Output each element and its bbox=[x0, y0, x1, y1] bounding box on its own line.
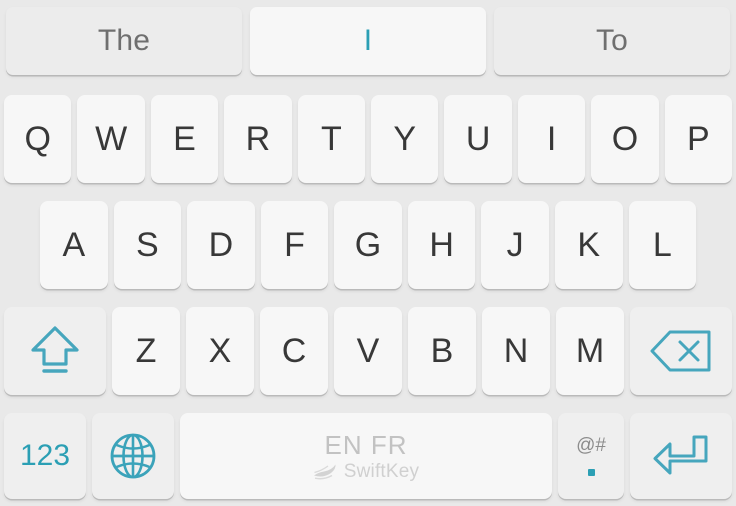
prediction-candidate-center[interactable]: I bbox=[250, 7, 486, 75]
key-label: W bbox=[95, 119, 128, 158]
key-t[interactable]: T bbox=[297, 95, 366, 183]
key-l[interactable]: L bbox=[628, 201, 697, 289]
key-label: V bbox=[356, 331, 380, 370]
key-label: N bbox=[503, 331, 529, 370]
key-h[interactable]: H bbox=[407, 201, 476, 289]
prediction-bar: The I To bbox=[0, 0, 736, 84]
keyboard-row-3: Z X C V B N M bbox=[0, 302, 736, 400]
language-globe-key[interactable] bbox=[92, 413, 174, 499]
key-r[interactable]: R bbox=[224, 95, 292, 183]
prediction-candidate-label: The bbox=[97, 24, 151, 57]
key-label: A bbox=[62, 225, 86, 264]
shift-key[interactable] bbox=[4, 307, 106, 395]
prediction-candidate-left[interactable]: The bbox=[6, 7, 242, 75]
key-i[interactable]: I bbox=[517, 95, 586, 183]
period-key-secondary-label: @# bbox=[576, 435, 606, 456]
prediction-candidate-label: To bbox=[595, 24, 629, 57]
key-label: C bbox=[281, 331, 307, 370]
keyboard-row-1: Q W E R T Y U I O P bbox=[0, 90, 736, 188]
key-label: L bbox=[652, 225, 672, 264]
key-k[interactable]: K bbox=[554, 201, 623, 289]
key-label: J bbox=[506, 225, 524, 264]
backspace-key[interactable] bbox=[630, 307, 732, 395]
prediction-candidate-label: I bbox=[363, 24, 373, 57]
key-b[interactable]: B bbox=[408, 307, 476, 395]
key-label: P bbox=[687, 119, 710, 158]
numeric-mode-key[interactable]: 123 bbox=[4, 413, 86, 499]
key-w[interactable]: W bbox=[77, 95, 145, 183]
key-label: G bbox=[354, 225, 382, 264]
keyboard-row-2: A S D F G H J K L bbox=[0, 196, 736, 294]
key-u[interactable]: U bbox=[444, 95, 512, 183]
key-o[interactable]: O bbox=[591, 95, 659, 183]
key-label: I bbox=[546, 119, 557, 158]
swiftkey-keyboard: The I To Q W E R T Y U I O P A S D F G H… bbox=[0, 0, 736, 506]
key-s[interactable]: S bbox=[113, 201, 182, 289]
key-z[interactable]: Z bbox=[112, 307, 180, 395]
keyboard-row-4: 123 EN FR SwiftKey @# bbox=[0, 408, 736, 504]
key-x[interactable]: X bbox=[186, 307, 254, 395]
key-f[interactable]: F bbox=[260, 201, 329, 289]
key-p[interactable]: P bbox=[664, 95, 733, 183]
key-label: X bbox=[208, 331, 232, 370]
key-a[interactable]: A bbox=[40, 201, 108, 289]
key-j[interactable]: J bbox=[481, 201, 549, 289]
key-label: T bbox=[320, 119, 342, 158]
key-label: 123 bbox=[19, 439, 71, 472]
globe-icon bbox=[107, 430, 159, 482]
key-n[interactable]: N bbox=[482, 307, 550, 395]
key-m[interactable]: M bbox=[556, 307, 624, 395]
shift-arrow-icon bbox=[27, 322, 83, 380]
enter-key[interactable] bbox=[630, 413, 732, 499]
prediction-candidate-right[interactable]: To bbox=[494, 7, 730, 75]
period-key[interactable]: @# bbox=[558, 413, 624, 499]
key-label: Y bbox=[393, 119, 417, 158]
key-label: H bbox=[429, 225, 454, 264]
key-label: Z bbox=[135, 331, 157, 370]
key-label: M bbox=[575, 331, 605, 370]
key-y[interactable]: Y bbox=[371, 95, 439, 183]
key-label: U bbox=[465, 119, 491, 158]
key-label: Q bbox=[24, 119, 51, 158]
period-dot-icon bbox=[587, 469, 595, 476]
key-label: R bbox=[245, 119, 271, 158]
key-d[interactable]: D bbox=[187, 201, 255, 289]
key-g[interactable]: G bbox=[334, 201, 402, 289]
swiftkey-wordmark: SwiftKey bbox=[343, 460, 420, 482]
key-v[interactable]: V bbox=[334, 307, 402, 395]
key-e[interactable]: E bbox=[150, 95, 219, 183]
swiftkey-branding: SwiftKey bbox=[313, 462, 420, 481]
key-c[interactable]: C bbox=[260, 307, 328, 395]
key-label: K bbox=[577, 225, 601, 264]
key-q[interactable]: Q bbox=[4, 95, 72, 183]
key-label: F bbox=[284, 225, 305, 264]
spacebar[interactable]: EN FR SwiftKey bbox=[180, 413, 552, 499]
backspace-icon bbox=[648, 327, 714, 375]
spacebar-language-label: EN FR bbox=[324, 429, 408, 460]
key-label: D bbox=[208, 225, 234, 264]
enter-return-icon bbox=[650, 432, 712, 480]
swiftkey-logo-icon bbox=[313, 462, 339, 480]
key-label: O bbox=[611, 119, 639, 158]
key-label: S bbox=[136, 225, 159, 264]
key-label: E bbox=[173, 119, 196, 158]
key-label: B bbox=[430, 331, 454, 370]
